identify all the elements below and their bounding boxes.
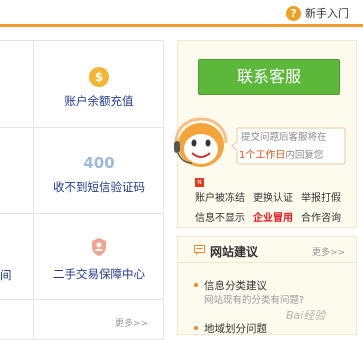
newbie-guide-label: 新手入门 (305, 7, 349, 20)
suggestion-more-link[interactable]: 更多>> (312, 245, 345, 258)
service-recharge[interactable]: $ 账户余额充值 (34, 67, 164, 109)
contact-panel: 联系客服 提交问题后客服将在 1个工作日内回复您 N 账户被冻结 更换认证 举报… (174, 40, 357, 229)
shield-icon (92, 238, 106, 256)
service-trade-protection[interactable]: 二手交易保障中心 (34, 237, 164, 282)
bubble-line1: 提交问题后客服将在 (241, 132, 327, 143)
question-icon: ? (286, 5, 301, 21)
header-divider (0, 24, 363, 27)
sms-400-icon: 400 (83, 154, 115, 172)
newbie-guide-link[interactable]: ? 新手入门 (286, 5, 349, 21)
service-sms-code[interactable]: 400 收不到短信验证码 (34, 153, 164, 195)
link-cooperation[interactable]: 合作咨询 (301, 209, 341, 224)
partial-label: 间 (0, 268, 12, 282)
grid-row-divider (0, 213, 164, 214)
service-trade-protection-label: 二手交易保障中心 (53, 267, 145, 281)
bubble-line2: 1个工作日内回复您 (239, 146, 323, 161)
suggestion-title: 网站建议 (210, 245, 259, 259)
link-company-impersonation[interactable]: 企业冒用 (253, 209, 293, 224)
left-more-link[interactable]: 更多>> (115, 316, 148, 329)
watermark-logo: Bai经验 (286, 309, 326, 322)
link-account-frozen[interactable]: 账户被冻结 (195, 189, 245, 204)
suggestion-header: 网站建议 更多>> (178, 237, 356, 263)
link-info-not-shown[interactable]: 信息不显示 (195, 209, 245, 224)
service-sms-code-label: 收不到短信验证码 (53, 180, 145, 194)
bullet-dot (194, 283, 198, 287)
mascot-icon (174, 117, 228, 167)
suggestion-item-sub: 网站现有的分类有问题? (204, 295, 305, 306)
service-recharge-label: 账户余额充值 (64, 94, 134, 108)
contact-service-button[interactable]: 联系客服 (198, 59, 340, 95)
link-change-certification[interactable]: 更换认证 (253, 189, 293, 204)
new-tag-icon: N (195, 178, 204, 187)
suggestion-item-title: 信息分类建议 (204, 280, 267, 292)
bubble-line2-rest: 内回复您 (285, 150, 324, 161)
coin-icon: $ (89, 67, 109, 87)
chat-bubble-icon (194, 245, 205, 255)
top-bar: ? 新手入门 (0, 0, 363, 24)
service-grid: $ 账户余额充值 400 收不到短信验证码 二手交易保障中心 间 (0, 40, 164, 340)
suggestion-item-title: 地域划分问题 (204, 323, 267, 335)
grid-row-divider (0, 299, 164, 300)
bubble-highlight: 1个工作日 (239, 150, 286, 161)
speech-bubble-text: 提交问题后客服将在 1个工作日内回复您 (231, 126, 347, 166)
bullet-dot (194, 326, 198, 330)
quick-links: 账户被冻结 更换认证 举报打假 信息不显示 企业冒用 合作咨询 (195, 189, 355, 229)
link-report-fraud[interactable]: 举报打假 (301, 189, 341, 204)
grid-row-divider (0, 127, 164, 128)
suggestion-panel: 网站建议 更多>> 信息分类建议 网站现有的分类有问题? 地域划分问题 (177, 236, 357, 335)
